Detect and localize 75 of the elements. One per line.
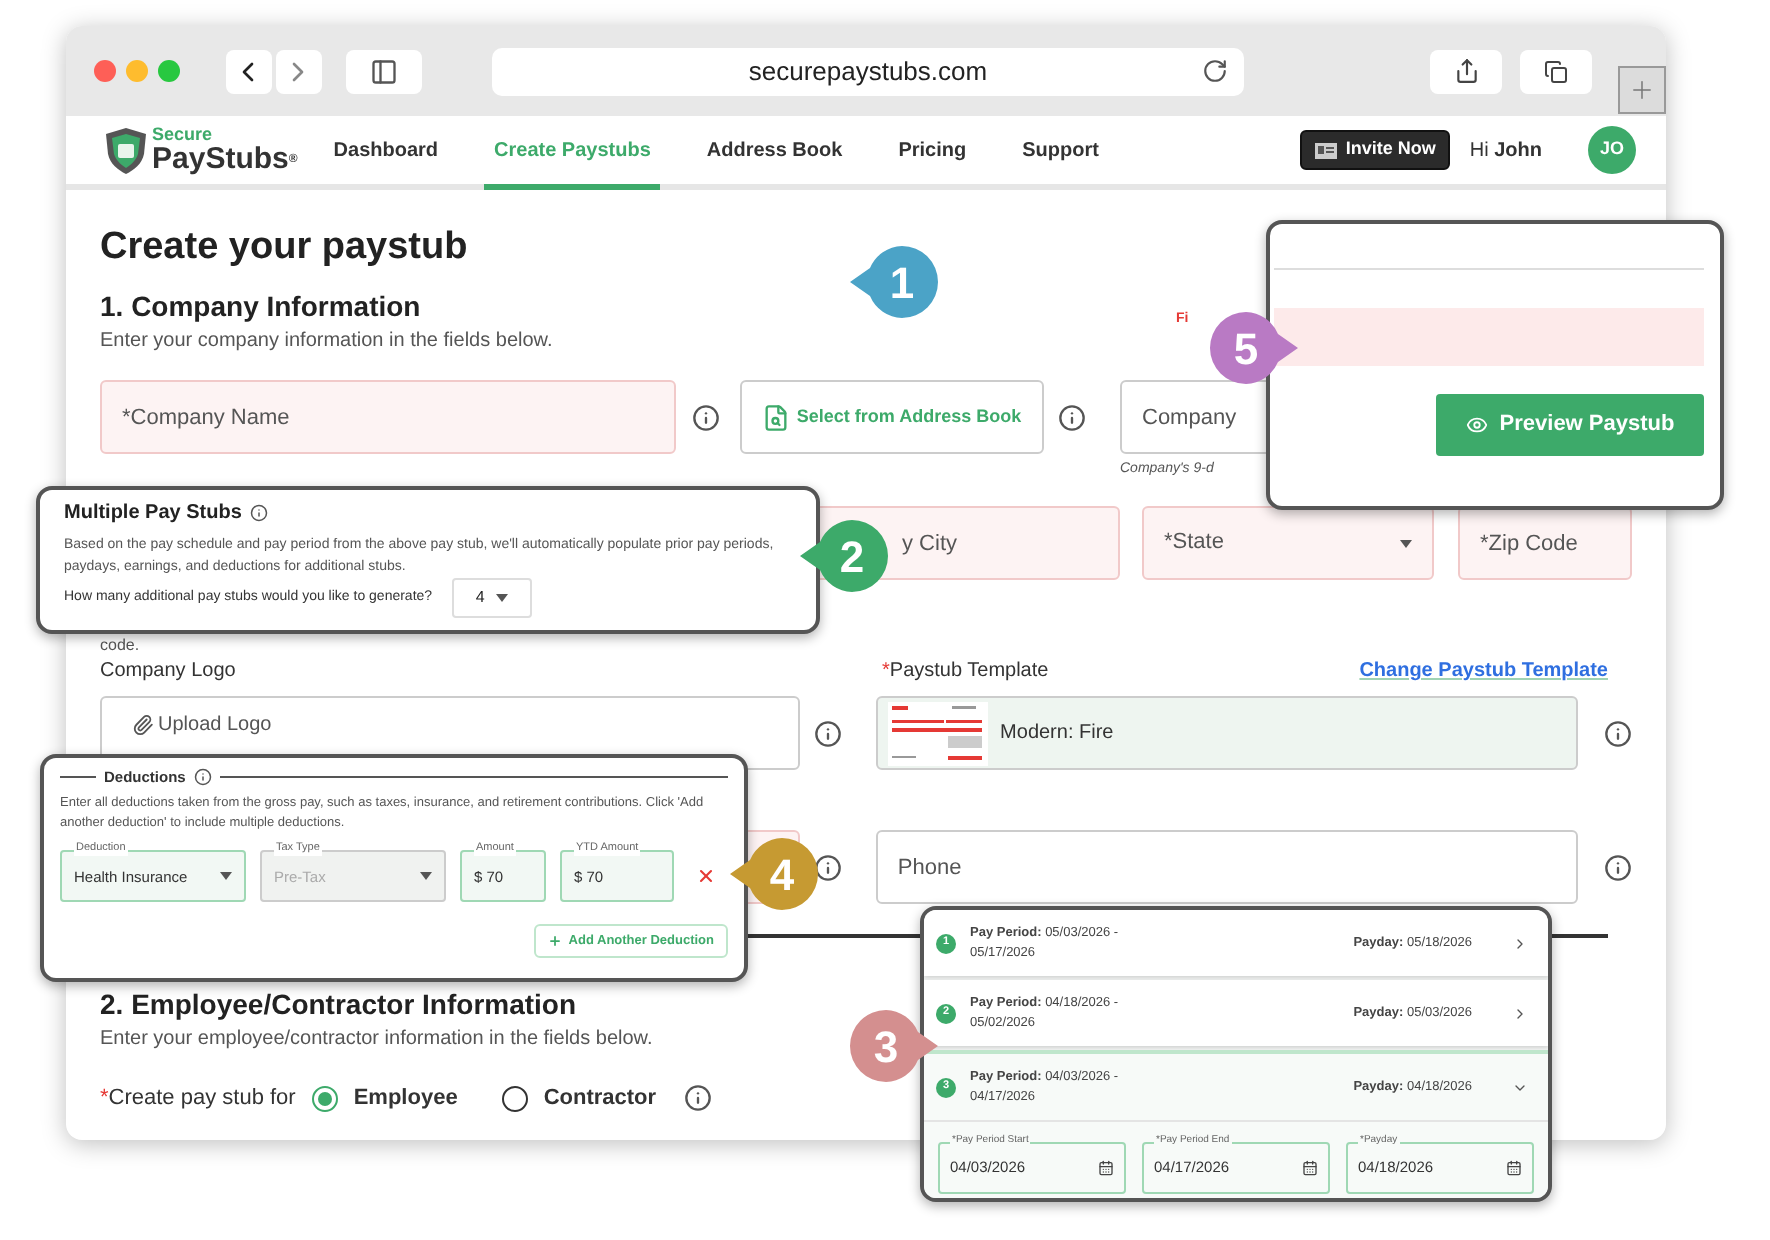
chevron-right-icon	[1512, 1005, 1528, 1021]
file-search-icon	[762, 403, 791, 431]
field-label: Paystub Template	[889, 658, 1049, 686]
page-title: Create your paystub	[100, 224, 470, 272]
nav-link[interactable]: Dashboard	[323, 116, 449, 190]
info-icon[interactable]	[813, 853, 842, 881]
reload-icon[interactable]	[1202, 58, 1229, 84]
step-badge: 3	[848, 1008, 940, 1084]
logo-text: PayStubs$^{®}$	[152, 144, 298, 174]
info-icon[interactable]	[1604, 853, 1632, 881]
note-text: code.	[100, 636, 140, 656]
required-mark: *	[882, 658, 890, 686]
plus-icon	[548, 934, 563, 949]
radio-button[interactable]	[501, 1085, 528, 1112]
chevron-right-icon	[1512, 935, 1528, 951]
company-name-field[interactable]: *Company Name	[100, 380, 676, 454]
phone-field[interactable]: Phone	[875, 830, 1578, 904]
step-badge: 2	[798, 518, 890, 594]
remove-icon[interactable]	[696, 866, 716, 887]
caret-icon	[220, 872, 232, 881]
state-select[interactable]: *State	[1142, 506, 1434, 580]
change-template-link[interactable]: Change Paystub Template	[1359, 656, 1608, 686]
info-icon[interactable]	[814, 719, 843, 747]
id-card-icon	[1313, 141, 1338, 159]
step-badge: 5	[1208, 310, 1300, 386]
upload-label: Upload Logo	[158, 714, 272, 738]
popup-title: Multiple Pay Stubs	[64, 500, 242, 528]
radio-label[interactable]: Employee	[353, 1082, 458, 1115]
logo-tagline: Secure	[152, 126, 215, 144]
info-icon[interactable]	[249, 504, 268, 522]
template-name: Modern: Fire	[1000, 720, 1114, 748]
greeting-text: Hi John	[1469, 137, 1542, 165]
section-heading: 1. Company Information	[100, 288, 421, 324]
tabs-button[interactable]	[1520, 49, 1593, 93]
info-icon[interactable]	[1058, 403, 1086, 431]
plus-icon	[1628, 76, 1657, 104]
template-preview-drawing	[888, 701, 989, 765]
nav-link[interactable]: Support	[1012, 116, 1109, 190]
info-icon[interactable]	[193, 768, 212, 787]
nav-link[interactable]: Address Book	[696, 116, 853, 190]
field-label: Create pay stub for	[108, 1084, 296, 1114]
tabs-icon	[1544, 59, 1569, 83]
caret-icon	[420, 872, 432, 881]
address-bar[interactable]: securepaystubs.com	[491, 47, 1245, 95]
paperclip-icon	[132, 714, 154, 736]
calendar-icon[interactable]	[1302, 1160, 1318, 1176]
section-heading: 2. Employee/Contractor Information	[100, 986, 577, 1022]
step-badge: 1	[848, 244, 940, 320]
section-subtitle: Enter your employee/contractor information in the fields below.	[100, 1026, 653, 1054]
required-mark: *	[100, 1084, 109, 1114]
field-label: Company Logo	[100, 658, 238, 686]
share-icon	[1453, 58, 1480, 84]
zip-code-field[interactable]: *Zip Code	[1458, 506, 1632, 580]
template-select[interactable]: Modern: Fire	[876, 696, 1578, 770]
shield-logo-icon	[104, 125, 148, 175]
sidebar-button[interactable]	[345, 49, 422, 93]
share-button[interactable]	[1430, 49, 1503, 93]
step-badge: 4	[728, 836, 820, 912]
info-icon[interactable]	[692, 403, 720, 431]
back-button[interactable]	[225, 49, 272, 93]
radio-button[interactable]	[311, 1085, 338, 1112]
nav-link[interactable]: Pricing	[888, 116, 977, 190]
calendar-icon[interactable]	[1098, 1160, 1114, 1176]
count-select[interactable]: 4	[452, 578, 533, 618]
invite-now-button[interactable]: Invite Now	[1299, 130, 1450, 170]
url-text: securepaystubs.com	[746, 53, 990, 90]
caret-icon	[496, 594, 509, 602]
sidebar-icon	[369, 57, 398, 85]
caret-icon	[1400, 539, 1412, 547]
radio-label[interactable]: Contractor	[543, 1082, 657, 1115]
calendar-icon[interactable]	[1506, 1160, 1522, 1176]
info-icon[interactable]	[684, 1084, 713, 1113]
preview-icon	[1465, 414, 1488, 436]
section-subtitle: Enter your company information in the fields below.	[100, 328, 553, 356]
info-icon[interactable]	[1604, 719, 1632, 747]
